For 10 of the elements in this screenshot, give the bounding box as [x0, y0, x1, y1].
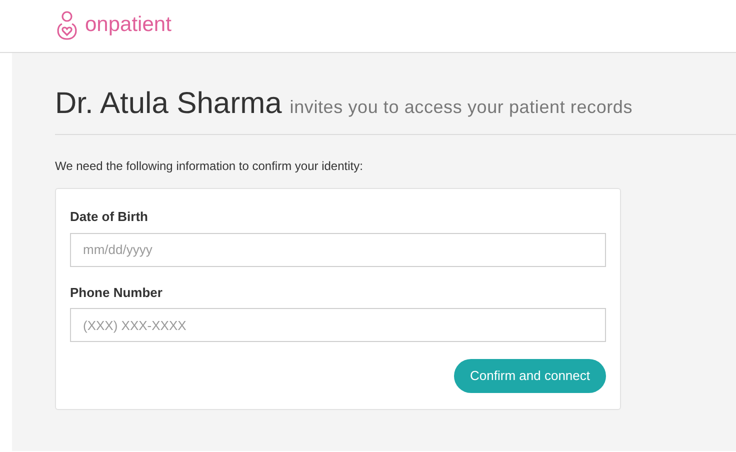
intro-text: We need the following information to confirm your identity: — [55, 158, 364, 175]
input-field[interactable]: (XXX) XXX-XXXX — [70, 308, 606, 342]
doctor-name: Dr. Atula Sharma — [55, 86, 282, 122]
brand-name[interactable]: onpatient — [85, 14, 172, 34]
input-field[interactable]: mm/dd/yyyy — [70, 232, 606, 266]
field-label: Phone Number — [70, 284, 164, 302]
field-label: Date of Birth — [70, 208, 149, 226]
logo-icon — [55, 11, 79, 41]
confirm-button[interactable]: Confirm and connect — [454, 359, 606, 393]
heading-text: invites you to access your patient records — [290, 96, 633, 119]
